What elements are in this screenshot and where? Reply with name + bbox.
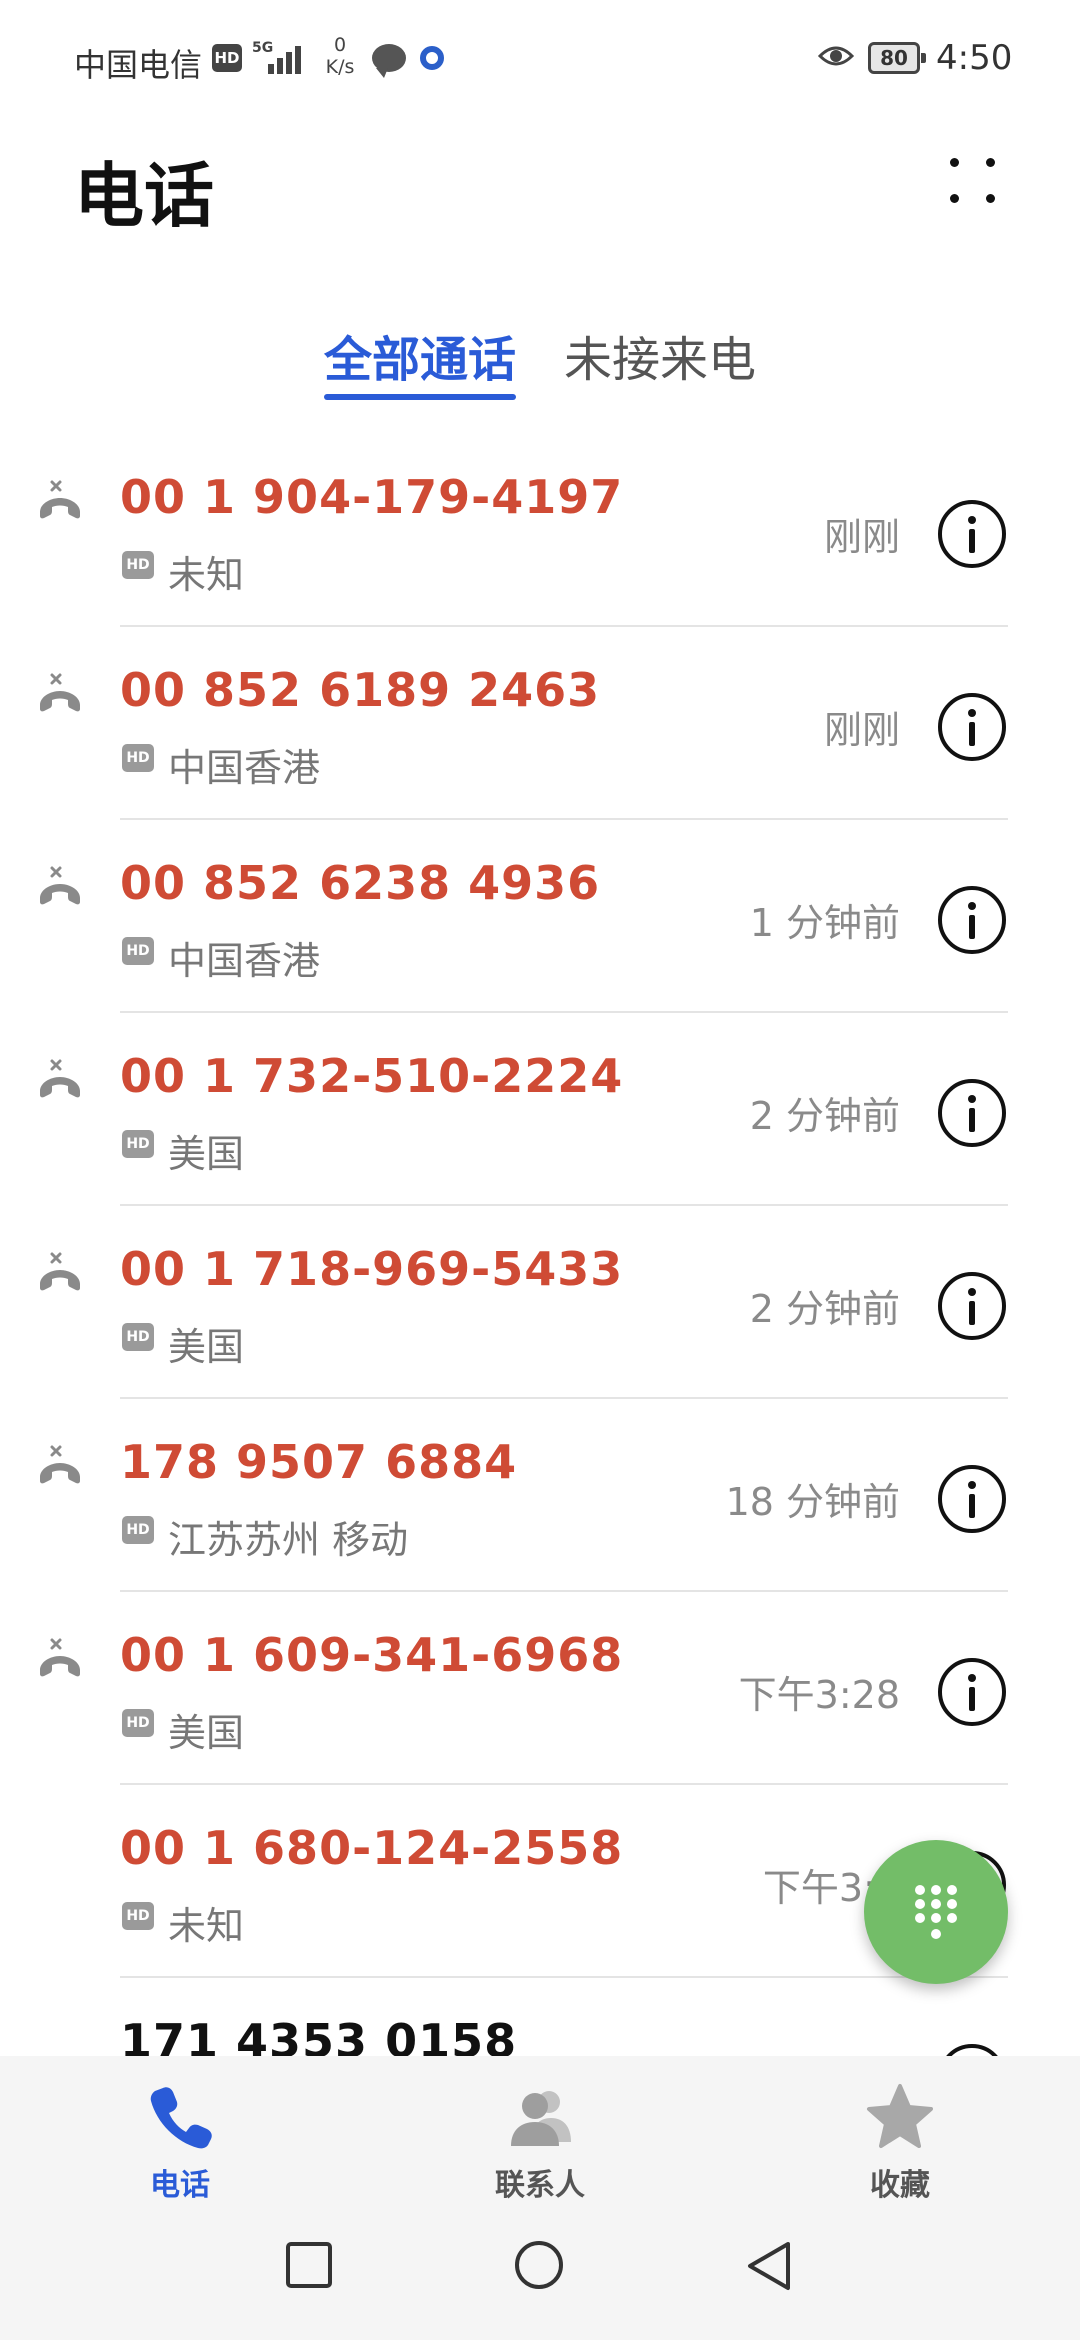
call-info-button[interactable]: [938, 1465, 1006, 1533]
more-dot-icon: [986, 194, 995, 203]
call-location: 美国: [168, 1711, 245, 1755]
call-number: 00 852 6238 4936: [120, 856, 601, 910]
network-speed: 0 K/s: [318, 34, 362, 78]
call-number: 178 9507 6884: [120, 1435, 518, 1489]
call-info-button[interactable]: [938, 1079, 1006, 1147]
call-number: 00 852 6189 2463: [120, 663, 601, 717]
network-speed-value: 0: [333, 34, 347, 56]
call-location: 江苏苏州 移动: [168, 1518, 409, 1562]
hd-badge: HD: [122, 1902, 154, 1930]
nav-label-favorites: 收藏: [870, 2168, 930, 2203]
call-info-button[interactable]: [938, 693, 1006, 761]
call-location: 未知: [168, 1904, 245, 1948]
tab-all-calls[interactable]: 全部通话: [324, 320, 516, 390]
call-number: 00 1 609-341-6968: [120, 1628, 624, 1682]
dialpad-icon: [915, 1885, 957, 1939]
nav-favorites[interactable]: 收藏: [800, 2082, 1000, 2204]
app-notification-icon: [420, 46, 444, 70]
call-info-button[interactable]: [938, 1658, 1006, 1726]
call-location: 美国: [168, 1325, 245, 1369]
hd-badge: HD: [122, 551, 154, 579]
call-log-row[interactable]: 00 1 904-179-4197 HD 未知 刚刚: [0, 434, 1080, 627]
call-location: 中国香港: [168, 746, 321, 790]
call-filter-tabs: 全部通话 未接来电: [0, 320, 1080, 410]
call-location: 美国: [168, 1132, 245, 1176]
call-log-row[interactable]: 00 1 732-510-2224 HD 美国 2 分钟前: [0, 1013, 1080, 1206]
more-dot-icon: [950, 194, 959, 203]
more-dot-icon: [950, 158, 959, 167]
call-location: 未知: [168, 553, 245, 597]
more-dot-icon: [986, 158, 995, 167]
hd-badge: HD: [122, 744, 154, 772]
call-log-row[interactable]: 00 852 6189 2463 HD 中国香港 刚刚: [0, 627, 1080, 820]
call-info-button[interactable]: [938, 1272, 1006, 1340]
call-time: 18 分钟前: [725, 1480, 900, 1524]
call-location: 中国香港: [168, 939, 321, 983]
star-icon: [867, 2084, 933, 2148]
missed-call-icon: [40, 1252, 80, 1291]
contacts-icon: [511, 2091, 571, 2146]
hd-voice-icon: HD: [212, 44, 242, 72]
hd-badge: HD: [122, 1130, 154, 1158]
call-number: 00 1 732-510-2224: [120, 1049, 624, 1103]
call-time: 2 分钟前: [749, 1287, 900, 1331]
back-icon[interactable]: [744, 2240, 794, 2294]
nav-label-phone: 电话: [150, 2168, 210, 2203]
nav-phone[interactable]: 电话: [80, 2082, 280, 2204]
hd-badge: HD: [122, 1709, 154, 1737]
missed-call-icon: [40, 1445, 80, 1484]
active-tab-indicator: [324, 394, 516, 400]
call-time: 2 分钟前: [749, 1094, 900, 1138]
call-number: 00 1 718-969-5433: [120, 1242, 624, 1296]
message-icon: [372, 44, 406, 78]
call-time: 1 分钟前: [749, 901, 900, 945]
battery-icon: 80: [868, 42, 926, 74]
call-info-button[interactable]: [938, 886, 1006, 954]
call-log-row[interactable]: 00 1 609-341-6968 HD 美国 下午3:28: [0, 1592, 1080, 1785]
more-options-button[interactable]: [930, 150, 1010, 220]
system-navigation-bar: [0, 2230, 1080, 2340]
tab-missed-calls[interactable]: 未接来电: [564, 320, 756, 390]
missed-call-icon: [40, 1059, 80, 1098]
call-log-row[interactable]: 00 852 6238 4936 HD 中国香港 1 分钟前: [0, 820, 1080, 1013]
call-log-row[interactable]: 00 1 718-969-5433 HD 美国 2 分钟前: [0, 1206, 1080, 1399]
missed-call-icon: [40, 866, 80, 905]
signal-icon: [268, 42, 310, 74]
page-title: 电话: [74, 155, 214, 237]
call-log-row[interactable]: 178 9507 6884 HD 江苏苏州 移动 18 分钟前: [0, 1399, 1080, 1592]
missed-call-icon: [40, 673, 80, 712]
status-bar: 中国电信 HD 5G 0 K/s 80 4:50: [0, 0, 1080, 120]
call-time: 下午3:28: [738, 1673, 900, 1717]
missed-call-icon: [40, 480, 80, 519]
eye-comfort-icon: [818, 46, 854, 66]
phone-icon: [150, 2087, 212, 2149]
carrier-name: 中国电信: [74, 46, 203, 84]
call-number: 00 1 904-179-4197: [120, 470, 624, 524]
recents-icon[interactable]: [284, 2240, 334, 2290]
missed-call-icon: [40, 1638, 80, 1677]
call-time: 刚刚: [823, 515, 900, 559]
call-info-button[interactable]: [938, 500, 1006, 568]
nav-contacts[interactable]: 联系人: [440, 2082, 640, 2204]
call-number: 00 1 680-124-2558: [120, 1821, 624, 1875]
clock: 4:50: [936, 38, 1013, 78]
hd-badge: HD: [122, 937, 154, 965]
nav-label-contacts: 联系人: [495, 2168, 585, 2203]
call-time: 刚刚: [823, 708, 900, 752]
hd-badge: HD: [122, 1516, 154, 1544]
home-icon[interactable]: [512, 2240, 566, 2294]
hd-badge: HD: [122, 1323, 154, 1351]
network-speed-unit: K/s: [325, 56, 355, 78]
dialpad-button[interactable]: [864, 1840, 1008, 1984]
